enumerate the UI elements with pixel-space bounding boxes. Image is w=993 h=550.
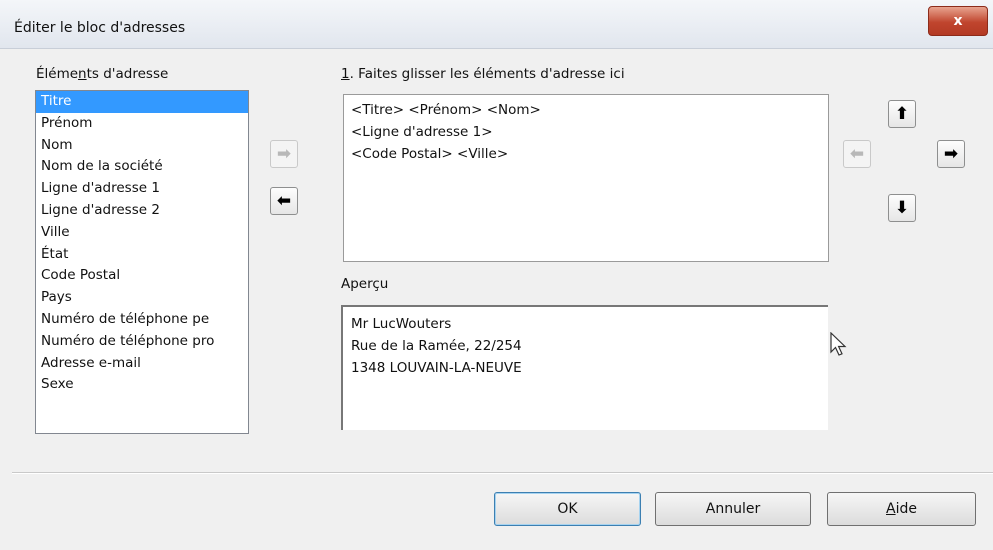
move-down-button[interactable]: ⬇	[888, 194, 916, 222]
ok-button[interactable]: OK	[494, 492, 641, 526]
list-item[interactable]: Prénom	[36, 113, 248, 135]
list-item[interactable]: Sexe	[36, 374, 248, 396]
title-bar: Éditer le bloc d'adresses x	[0, 0, 993, 49]
preview-line: 1348 LOUVAIN-LA-NEUVE	[351, 360, 522, 376]
address-block-line[interactable]: <Code Postal> <Ville>	[351, 143, 821, 165]
address-block-line[interactable]: <Ligne d'adresse 1>	[351, 121, 821, 143]
list-item[interactable]: Code Postal	[36, 265, 248, 287]
list-item[interactable]: Ligne d'adresse 2	[36, 200, 248, 222]
list-item[interactable]: Titre	[36, 91, 248, 113]
arrow-right-icon: ➡	[276, 144, 292, 164]
arrow-right-icon: ➡	[943, 144, 959, 164]
mouse-cursor-icon	[830, 332, 847, 356]
list-item[interactable]: Adresse e-mail	[36, 353, 248, 375]
move-left-button[interactable]: ⬅	[843, 140, 871, 168]
window-title: Éditer le bloc d'adresses	[14, 20, 186, 36]
close-icon: x	[953, 13, 963, 29]
arrow-left-icon: ⬅	[849, 144, 865, 164]
list-item[interactable]: Ville	[36, 222, 248, 244]
list-item[interactable]: État	[36, 244, 248, 266]
address-block-drop-area[interactable]: <Titre> <Prénom> <Nom> <Ligne d'adresse 1…	[343, 94, 829, 262]
preview-line: Mr LucWouters	[351, 316, 452, 332]
list-item[interactable]: Nom de la société	[36, 156, 248, 178]
help-button[interactable]: Aide	[827, 492, 976, 526]
arrow-down-icon: ⬇	[894, 198, 910, 218]
move-right-button[interactable]: ➡	[937, 140, 965, 168]
address-elements-list[interactable]: Titre Prénom Nom Nom de la société Ligne d'a…	[35, 90, 249, 434]
remove-element-button[interactable]: ⬅	[270, 187, 298, 215]
drag-area-label: 1. Faites glisser les éléments d'adresse…	[341, 66, 625, 82]
preview-area: Mr LucWouters Rue de la Ramée, 22/254 1348…	[341, 305, 828, 430]
preview-label: Aperçu	[341, 276, 389, 292]
arrow-up-icon: ⬆	[894, 104, 910, 124]
list-item[interactable]: Pays	[36, 287, 248, 309]
list-item[interactable]: Numéro de téléphone pro	[36, 331, 248, 353]
address-block-line[interactable]: <Titre> <Prénom> <Nom>	[351, 99, 821, 121]
cancel-button[interactable]: Annuler	[655, 492, 811, 526]
list-item[interactable]: Nom	[36, 135, 248, 157]
add-element-button[interactable]: ➡	[270, 140, 298, 168]
close-button[interactable]: x	[928, 6, 988, 36]
list-item[interactable]: Ligne d'adresse 1	[36, 178, 248, 200]
arrow-left-icon: ⬅	[276, 191, 292, 211]
separator	[12, 472, 993, 474]
move-up-button[interactable]: ⬆	[888, 100, 916, 128]
list-item[interactable]: Numéro de téléphone pe	[36, 309, 248, 331]
preview-line: Rue de la Ramée, 22/254	[351, 338, 522, 354]
address-elements-label: Éléments d'adresse	[36, 66, 169, 82]
